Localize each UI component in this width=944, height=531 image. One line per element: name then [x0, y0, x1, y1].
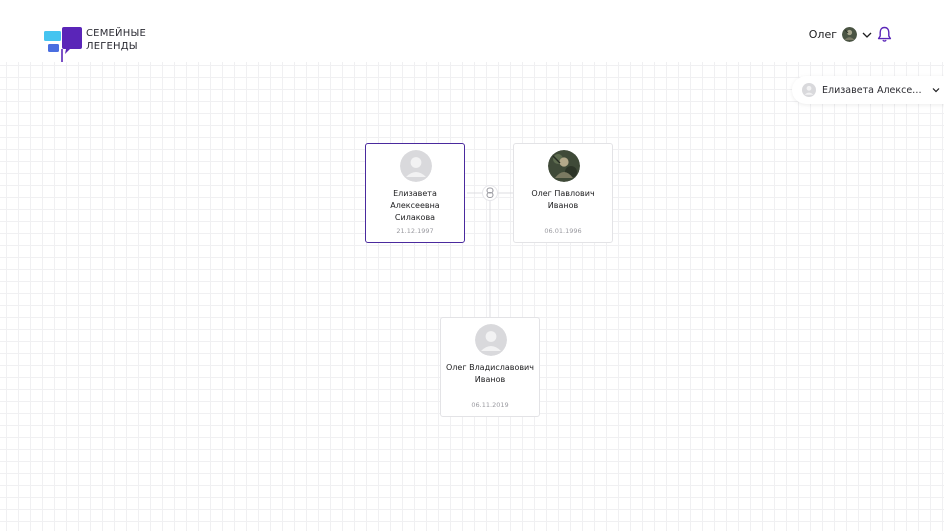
logo-text: СЕМЕЙНЫЕ ЛЕГЕНДЫ — [86, 28, 146, 53]
user-name: Олег — [808, 28, 837, 41]
person-card-elizaveta[interactable]: Елизавета Алексеевна Силакова 21.12.1997 — [365, 143, 465, 243]
person-birth-date: 06.01.1996 — [544, 227, 582, 235]
person-card-oleg-vladislavovich[interactable]: Олег Владиславович Иванов 06.11.2019 — [440, 317, 540, 417]
chevron-down-icon[interactable] — [861, 29, 873, 41]
logo-icon — [44, 27, 84, 65]
avatar-placeholder — [475, 324, 507, 356]
bell-icon[interactable] — [877, 26, 892, 43]
person-card-oleg-pavlovich[interactable]: Олег Павлович Иванов 06.01.1996 — [513, 143, 613, 243]
avatar-placeholder — [400, 150, 432, 182]
chevron-down-icon[interactable] — [931, 85, 941, 95]
person-birth-date: 21.12.1997 — [396, 227, 434, 235]
person-name: Олег Павлович Иванов — [531, 189, 595, 210]
person-photo — [548, 150, 580, 182]
logo-line-1: СЕМЕЙНЫЕ — [86, 28, 146, 39]
marriage-node[interactable] — [482, 185, 498, 201]
person-birth-date: 06.11.2019 — [471, 401, 509, 409]
logo[interactable]: СЕМЕЙНЫЕ ЛЕГЕНДЫ — [44, 27, 146, 65]
tree-canvas[interactable] — [0, 62, 944, 531]
person-selector[interactable]: Елизавета Алексеевна Силакова — [792, 76, 944, 104]
user-menu[interactable]: Олег — [809, 26, 892, 43]
person-selector-label: Елизавета Алексеевна Силакова — [822, 84, 924, 96]
app-header: СЕМЕЙНЫЕ ЛЕГЕНДЫ Олег — [0, 0, 944, 62]
avatar-placeholder-icon — [802, 83, 816, 97]
logo-line-2: ЛЕГЕНДЫ — [86, 40, 138, 52]
rings-icon — [486, 187, 494, 199]
person-name: Елизавета Алексеевна Силакова — [390, 189, 440, 222]
user-avatar[interactable] — [842, 27, 857, 42]
person-name: Олег Владиславович Иванов — [446, 363, 534, 384]
